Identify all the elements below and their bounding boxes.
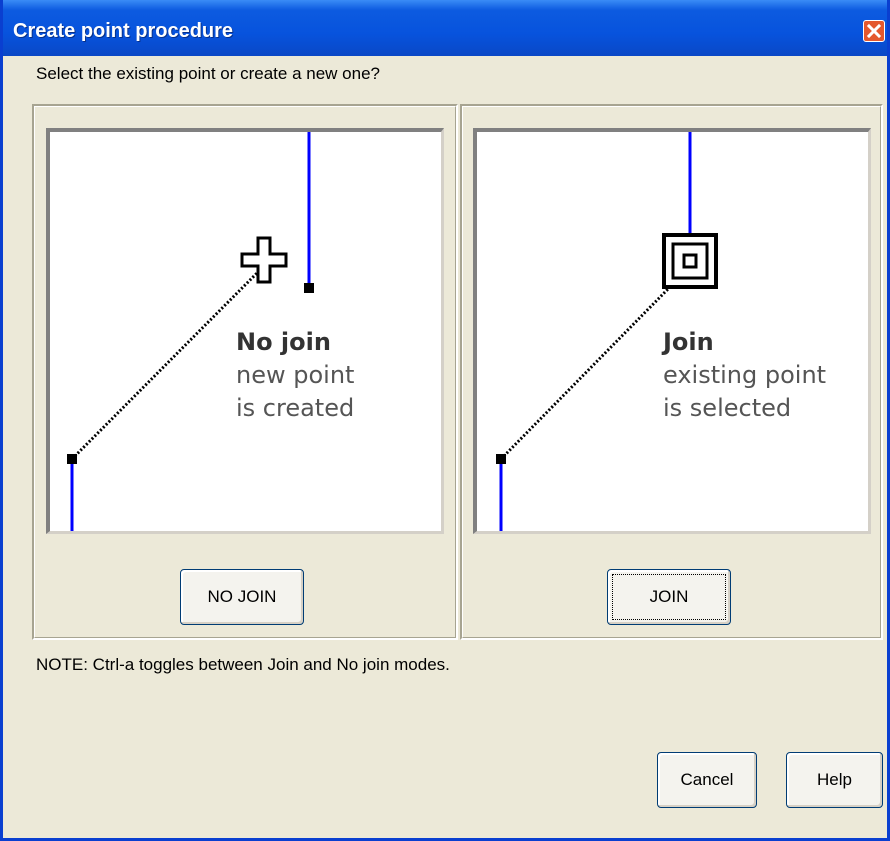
close-button[interactable]: [863, 20, 885, 42]
join-button[interactable]: JOIN: [607, 569, 731, 625]
existing-endpoint: [304, 283, 314, 293]
no-join-caption-line1: new point: [236, 361, 355, 389]
no-join-button[interactable]: NO JOIN: [180, 569, 304, 625]
snap-target-icon: [662, 233, 718, 289]
title-bar[interactable]: Create point procedure: [3, 0, 887, 56]
prompt-text: Select the existing point or create a ne…: [36, 64, 380, 83]
help-button[interactable]: Help: [786, 752, 883, 808]
focus-rectangle: [612, 574, 726, 620]
note-text: NOTE: Ctrl-a toggles between Join and No…: [36, 655, 450, 674]
join-panel: Join existing point is selected JOIN: [460, 104, 883, 640]
rubber-band-line: [499, 286, 671, 461]
no-join-caption-line2: is created: [236, 394, 355, 422]
no-join-caption-title: No join: [236, 328, 331, 356]
no-join-caption: No join new point is created: [236, 326, 354, 425]
join-caption: Join existing point is selected: [663, 326, 826, 425]
no-join-illustration: No join new point is created: [46, 128, 444, 534]
join-caption-line1: existing point: [663, 361, 827, 389]
cancel-button[interactable]: Cancel: [657, 752, 757, 808]
close-icon: [866, 23, 882, 39]
crosshair-cursor-icon: [240, 236, 288, 284]
join-illustration: Join existing point is selected: [473, 128, 871, 534]
join-caption-line2: is selected: [663, 394, 792, 422]
no-join-panel: No join new point is created NO JOIN: [32, 104, 458, 640]
join-caption-title: Join: [663, 328, 714, 356]
window-title: Create point procedure: [13, 20, 234, 42]
dialog-window: Create point procedure Select the existi…: [0, 0, 890, 841]
